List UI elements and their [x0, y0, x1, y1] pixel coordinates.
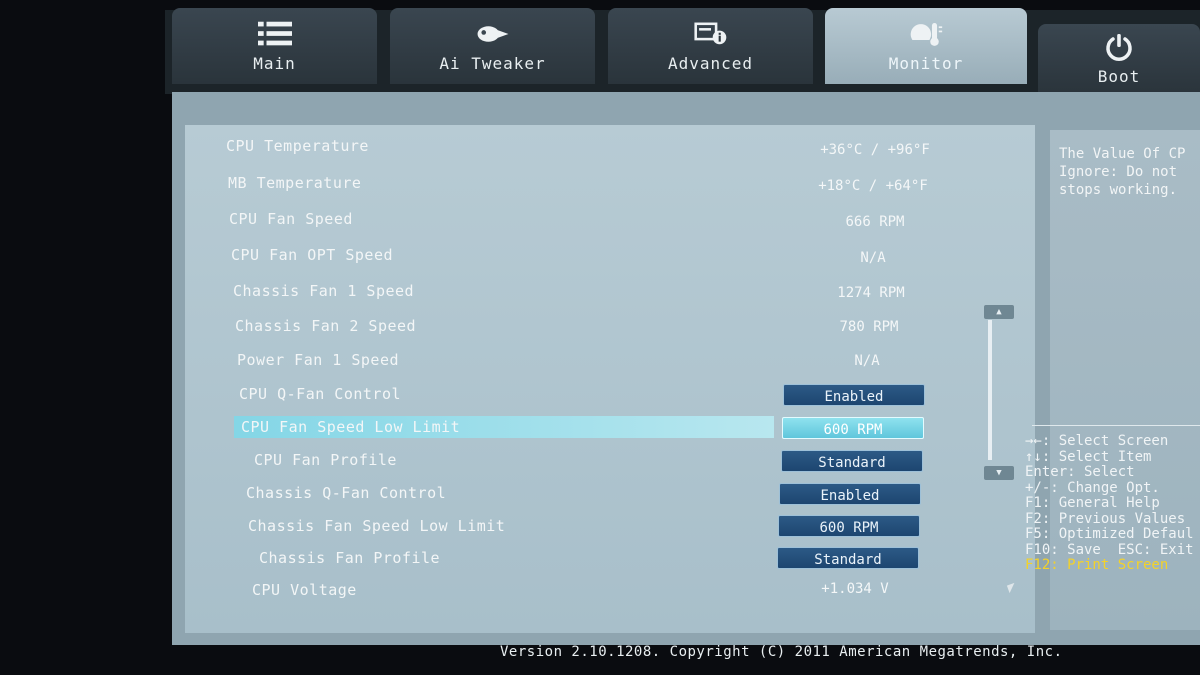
tab-monitor-label: Monitor [888, 53, 964, 73]
label-chassis-fan-profile: Chassis Fan Profile [259, 549, 441, 567]
power-icon [1102, 33, 1136, 61]
label-mb-temperature: MB Temperature [228, 174, 362, 192]
cpu-q-fan-control-button[interactable]: Enabled [783, 384, 925, 406]
key-select-item: ↑↓: Select Item [1025, 448, 1152, 465]
key-f1: F1: General Help [1025, 495, 1160, 511]
label-cpu-q-fan-control: CPU Q-Fan Control [239, 385, 402, 403]
tab-main[interactable]: Main [172, 8, 377, 84]
key-select-screen: →←: Select Screen [1025, 433, 1169, 449]
help-divider [1032, 425, 1200, 426]
rocket-icon [476, 20, 510, 48]
value-chassis-fan-2-speed: 780 RPM [839, 319, 899, 335]
key-f12: F12: Print Screen [1025, 557, 1169, 573]
tab-boot-label: Boot [1097, 66, 1141, 86]
scroll-down-button[interactable]: ▼ [984, 466, 1014, 480]
scrollbar-track[interactable] [988, 320, 992, 460]
triangle-up-icon: ▲ [996, 307, 1002, 317]
value-mb-temperature: +18°C / +64°F [818, 178, 928, 194]
value-cpu-fan-speed: 666 RPM [845, 214, 905, 230]
thermometer-icon [909, 20, 943, 48]
scroll-up-button[interactable]: ▲ [984, 305, 1014, 319]
chassis-fan-profile-button[interactable]: Standard [777, 547, 919, 569]
key-f5: F5: Optimized Defaul [1025, 526, 1194, 542]
value-cpu-temperature: +36°C / +96°F [820, 142, 930, 158]
key-f10: F10: Save ESC: Exit [1025, 541, 1194, 558]
tab-advanced[interactable]: Advanced [608, 8, 813, 84]
tab-ai-tweaker-label: Ai Tweaker [439, 53, 546, 73]
label-chassis-fan-2-speed: Chassis Fan 2 Speed [235, 317, 417, 335]
triangle-down-icon: ▼ [996, 468, 1002, 478]
chassis-q-fan-control-button[interactable]: Enabled [779, 483, 921, 505]
label-cpu-fan-speed-low-limit: CPU Fan Speed Low Limit [241, 418, 461, 436]
list-icon [257, 20, 292, 48]
tab-ai-tweaker[interactable]: Ai Tweaker [390, 8, 595, 84]
cpu-fan-profile-button[interactable]: Standard [781, 450, 923, 472]
tab-advanced-label: Advanced [667, 53, 754, 73]
key-enter: Enter: Select [1025, 464, 1135, 480]
value-chassis-fan-1-speed: 1274 RPM [837, 285, 905, 301]
chassis-fan-speed-low-limit-button[interactable]: 600 RPM [778, 515, 920, 537]
info-window-icon [693, 20, 728, 48]
tab-monitor[interactable]: Monitor [825, 8, 1027, 84]
label-cpu-voltage: CPU Voltage [252, 581, 357, 599]
tab-main-label: Main [253, 53, 296, 73]
value-cpu-voltage: +1.034 V [821, 581, 889, 597]
label-chassis-q-fan-control: Chassis Q-Fan Control [246, 484, 447, 502]
version-footer: Version 2.10.1208. Copyright (C) 2011 Am… [500, 644, 1063, 660]
tab-boot[interactable]: Boot [1038, 24, 1200, 94]
help-text: The Value Of CP Ignore: Do not stops wor… [1059, 146, 1186, 198]
label-cpu-fan-speed: CPU Fan Speed [229, 210, 353, 228]
value-cpu-fan-opt-speed: N/A [860, 250, 886, 266]
cpu-fan-speed-low-limit-button[interactable]: 600 RPM [782, 417, 924, 439]
key-change: +/-: Change Opt. [1025, 479, 1160, 496]
value-power-fan-1-speed: N/A [854, 353, 880, 369]
key-f2: F2: Previous Values [1025, 510, 1186, 527]
label-cpu-fan-profile: CPU Fan Profile [254, 451, 397, 469]
key-legend: →←: Select Screen ↑↓: Select Item Enter:… [1025, 433, 1194, 574]
label-cpu-fan-opt-speed: CPU Fan OPT Speed [231, 246, 394, 264]
label-cpu-temperature: CPU Temperature [226, 137, 369, 155]
label-chassis-fan-1-speed: Chassis Fan 1 Speed [233, 282, 415, 300]
label-power-fan-1-speed: Power Fan 1 Speed [237, 351, 400, 369]
label-chassis-fan-speed-low-limit: Chassis Fan Speed Low Limit [248, 517, 506, 535]
